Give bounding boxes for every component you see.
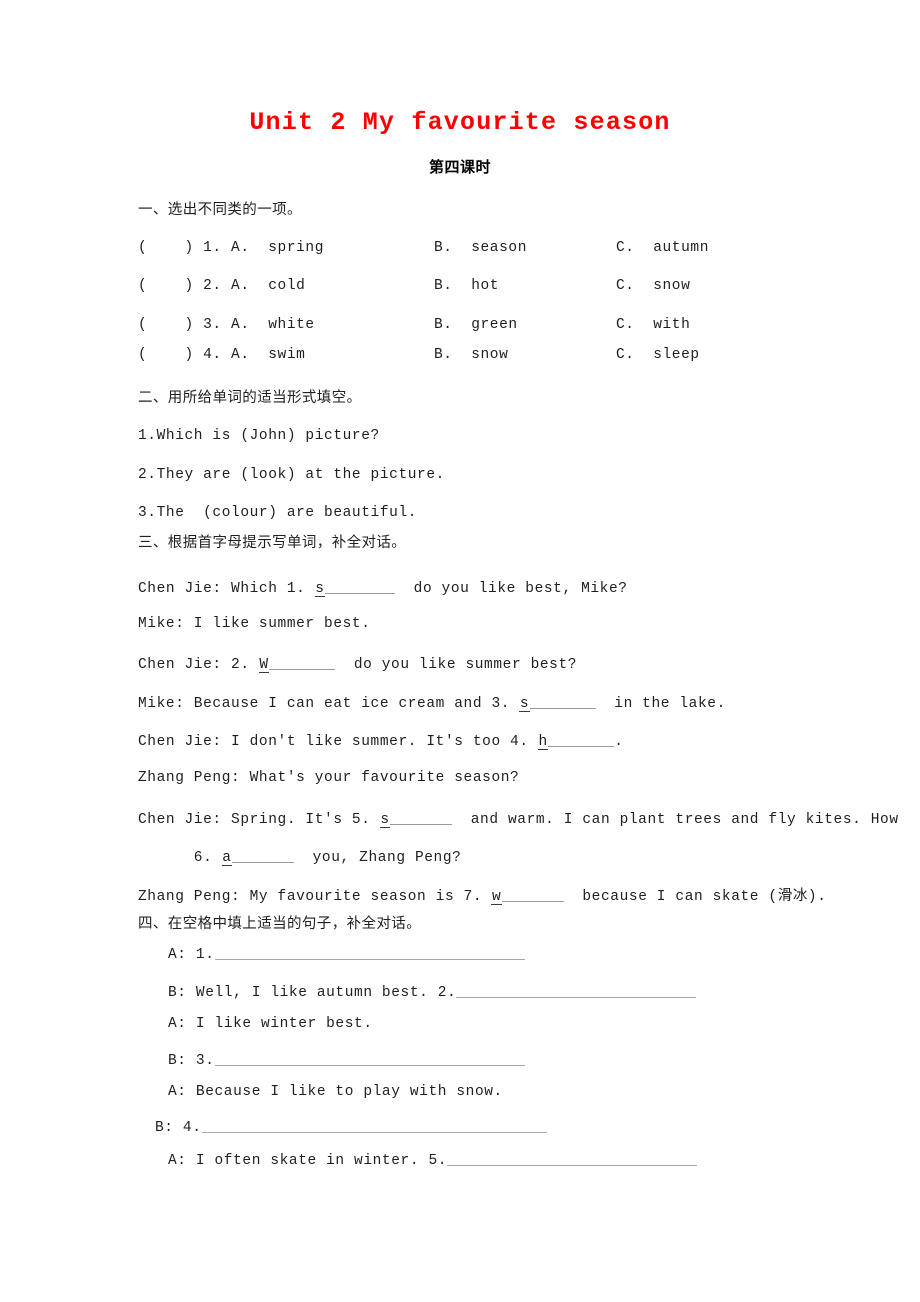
mc-option-b[interactable]: B. green [434,317,518,333]
dialogue-line: Zhang Peng: What's your favourite season… [138,771,519,786]
mc-option-c[interactable]: C. sleep [616,347,700,363]
answer-blank[interactable] [232,848,295,863]
section-three-heading: 三、根据首字母提示写单词，补全对话。 [138,535,407,551]
dialogue-text: A: I like winter best. [168,1016,373,1032]
dialogue-line: Zhang Peng: My favourite season is 7. w … [138,887,827,906]
section-two-heading: 二、用所给单词的适当形式填空。 [138,390,362,406]
dialogue-line: B: Well, I like autumn best. 2. [168,984,697,1002]
mc-option-a[interactable]: ( ) 1. A. spring [138,240,324,256]
dialogue-line: A: Because I like to play with snow. [168,1085,503,1100]
dialogue-text-after: do you like best, Mike? [395,580,628,597]
answer-blank[interactable] [390,810,453,825]
blank-hint-letter: w [491,888,502,906]
dialogue-text-before: 6. [138,849,222,866]
blank-hint-letter: s [519,695,530,713]
blank-hint-letter: a [221,849,233,867]
dialogue-line: B: 4. [155,1119,547,1136]
dialogue-text: A: Because I like to play with snow. [168,1084,503,1100]
list-item[interactable]: 2.They are (look) at the picture. [138,468,445,483]
dialogue-text-after: and warm. I can plant trees and fly kite… [452,811,899,828]
mc-option-a[interactable]: ( ) 2. A. cold [138,278,305,294]
mc-option-b[interactable]: B. season [434,240,527,256]
dialogue-line: 6. a you, Zhang Peng? [138,848,462,867]
answer-blank[interactable] [269,655,336,670]
dialogue-text-before: Chen Jie: Which 1. [138,580,315,597]
dialogue-text-after: do you like summer best? [335,656,578,673]
dialogue-text-before: Zhang Peng: What's your favourite season… [138,770,520,786]
page-subtitle: 第四课时 [428,158,491,176]
dialogue-text-after: you, Zhang Peng? [294,849,462,866]
list-item[interactable]: 3.The (colour) are beautiful. [138,506,417,521]
page-title: Unit 2 My favourite season [249,108,671,137]
answer-blank[interactable] [214,946,525,961]
dialogue-text: A: 1. [168,947,215,964]
dialogue-line: Mike: Because I can eat ice cream and 3.… [138,694,726,713]
answer-blank[interactable] [529,694,596,709]
dialogue-text-after: in the lake. [595,695,726,712]
dialogue-text-after: because I can skate (滑冰). [563,888,827,905]
answer-blank[interactable] [325,579,396,594]
mc-option-b[interactable]: B. snow [434,347,508,363]
dialogue-line: Chen Jie: Spring. It's 5. s and warm. I … [138,810,899,829]
dialogue-line: Chen Jie: Which 1. s do you like best, M… [138,579,628,598]
worksheet-page: Unit 2 My favourite season 第四课时 一、选出不同类的… [0,0,920,1302]
dialogue-line: Mike: I like summer best. [138,617,371,632]
dialogue-text-before: Mike: I like summer best. [138,616,371,632]
dialogue-text-before: Chen Jie: 2. [138,656,259,673]
mc-option-a[interactable]: ( ) 3. A. white [138,317,315,333]
answer-blank[interactable] [456,984,697,999]
dialogue-text-before: Zhang Peng: My favourite season is 7. [138,888,492,905]
dialogue-line: Chen Jie: I don't like summer. It's too … [138,732,624,751]
answer-blank[interactable] [548,732,615,747]
dialogue-text-after: . [614,733,624,750]
blank-hint-letter: W [258,656,270,674]
dialogue-text-before: Chen Jie: I don't like summer. It's too … [138,733,538,750]
answer-blank[interactable] [201,1119,547,1134]
answer-blank[interactable] [447,1152,698,1167]
mc-option-c[interactable]: C. snow [616,278,690,294]
list-item[interactable]: 1.Which is (John) picture? [138,429,380,444]
mc-option-c[interactable]: C. with [616,317,690,333]
dialogue-line: A: 1. [168,946,525,963]
dialogue-text-before: Mike: Because I can eat ice cream and 3. [138,695,520,712]
answer-blank[interactable] [214,1052,525,1067]
dialogue-text: A: I often skate in winter. 5. [168,1153,448,1170]
dialogue-text-before: Chen Jie: Spring. It's 5. [138,811,380,828]
mc-option-b[interactable]: B. hot [434,278,499,294]
dialogue-line: B: 3. [168,1052,525,1069]
mc-option-c[interactable]: C. autumn [616,240,709,256]
dialogue-line: Chen Jie: 2. W do you like summer best? [138,655,578,674]
answer-blank[interactable] [501,887,564,902]
dialogue-text: B: Well, I like autumn best. 2. [168,985,457,1002]
mc-option-a[interactable]: ( ) 4. A. swim [138,347,305,363]
section-one-heading: 一、选出不同类的一项。 [138,202,302,218]
dialogue-line: A: I often skate in winter. 5. [168,1152,698,1170]
dialogue-line: A: I like winter best. [168,1017,373,1032]
blank-hint-letter: h [537,733,549,751]
dialogue-text: B: 3. [168,1053,215,1070]
blank-hint-letter: s [314,580,326,598]
dialogue-text: B: 4. [155,1120,202,1137]
section-four-heading: 四、在空格中填上适当的句子，补全对话。 [138,916,422,932]
blank-hint-letter: s [379,811,391,829]
